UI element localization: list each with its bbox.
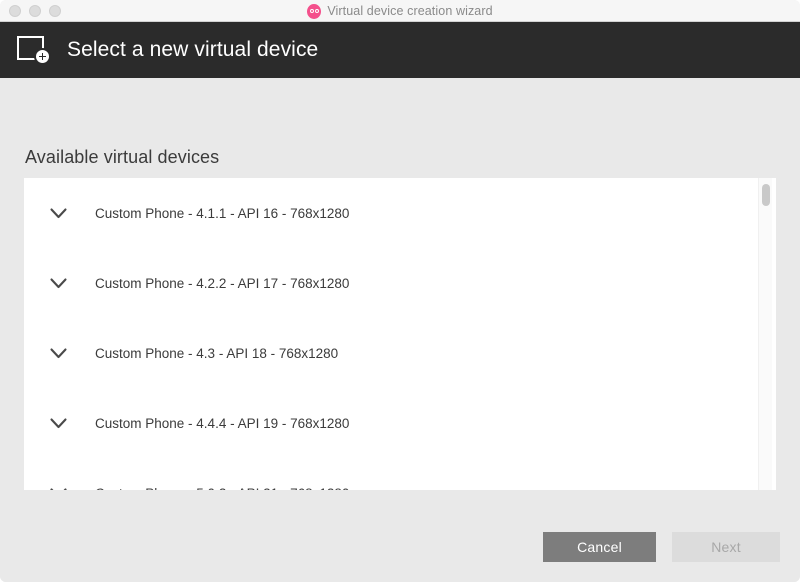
next-button[interactable]: Next [672, 532, 780, 562]
cancel-button[interactable]: Cancel [543, 532, 656, 562]
window-title: Virtual device creation wizard [327, 4, 493, 18]
device-list-item[interactable]: Custom Phone - 4.2.2 - API 17 - 768x1280 [24, 248, 776, 318]
device-list-item[interactable]: Custom Phone - 4.4.4 - API 19 - 768x1280 [24, 388, 776, 458]
device-list-scrollbar[interactable] [758, 178, 772, 490]
section-title: Available virtual devices [25, 147, 220, 167]
virtual-device-wizard-window: Virtual device creation wizard Select a … [0, 0, 800, 582]
window-title-group: Virtual device creation wizard [0, 0, 800, 22]
device-list-item[interactable]: Custom Phone - 4.3 - API 18 - 768x1280 [24, 318, 776, 388]
wizard-header: Select a new virtual device [0, 22, 800, 78]
chevron-down-icon[interactable] [45, 410, 71, 436]
wizard-footer: Cancel Next [0, 490, 800, 582]
device-list: Custom Phone - 4.1.1 - API 16 - 768x1280… [24, 178, 776, 490]
device-list-item[interactable]: Custom Phone - 5.0.2 - API 21 - 768x1280 [24, 458, 776, 490]
device-list-item-label: Custom Phone - 4.4.4 - API 19 - 768x1280 [95, 415, 350, 431]
window-titlebar: Virtual device creation wizard [0, 0, 800, 22]
device-list-container: Custom Phone - 4.1.1 - API 16 - 768x1280… [24, 178, 776, 490]
device-list-item-label: Custom Phone - 4.3 - API 18 - 768x1280 [95, 345, 339, 361]
page-title: Select a new virtual device [67, 38, 319, 61]
device-list-item-label: Custom Phone - 4.2.2 - API 17 - 768x1280 [95, 275, 350, 291]
chevron-down-icon[interactable] [45, 340, 71, 366]
add-device-icon [17, 34, 51, 66]
goggles-icon [307, 3, 322, 19]
device-list-item[interactable]: Custom Phone - 4.1.1 - API 16 - 768x1280 [24, 178, 776, 248]
chevron-down-icon[interactable] [45, 270, 71, 296]
device-list-item-label: Custom Phone - 4.1.1 - API 16 - 768x1280 [95, 205, 350, 221]
filters-bar: Android version: All Device model: All [0, 78, 800, 215]
scrollbar-thumb[interactable] [762, 184, 770, 206]
chevron-down-icon[interactable] [45, 200, 71, 226]
chevron-down-icon[interactable] [45, 480, 71, 490]
